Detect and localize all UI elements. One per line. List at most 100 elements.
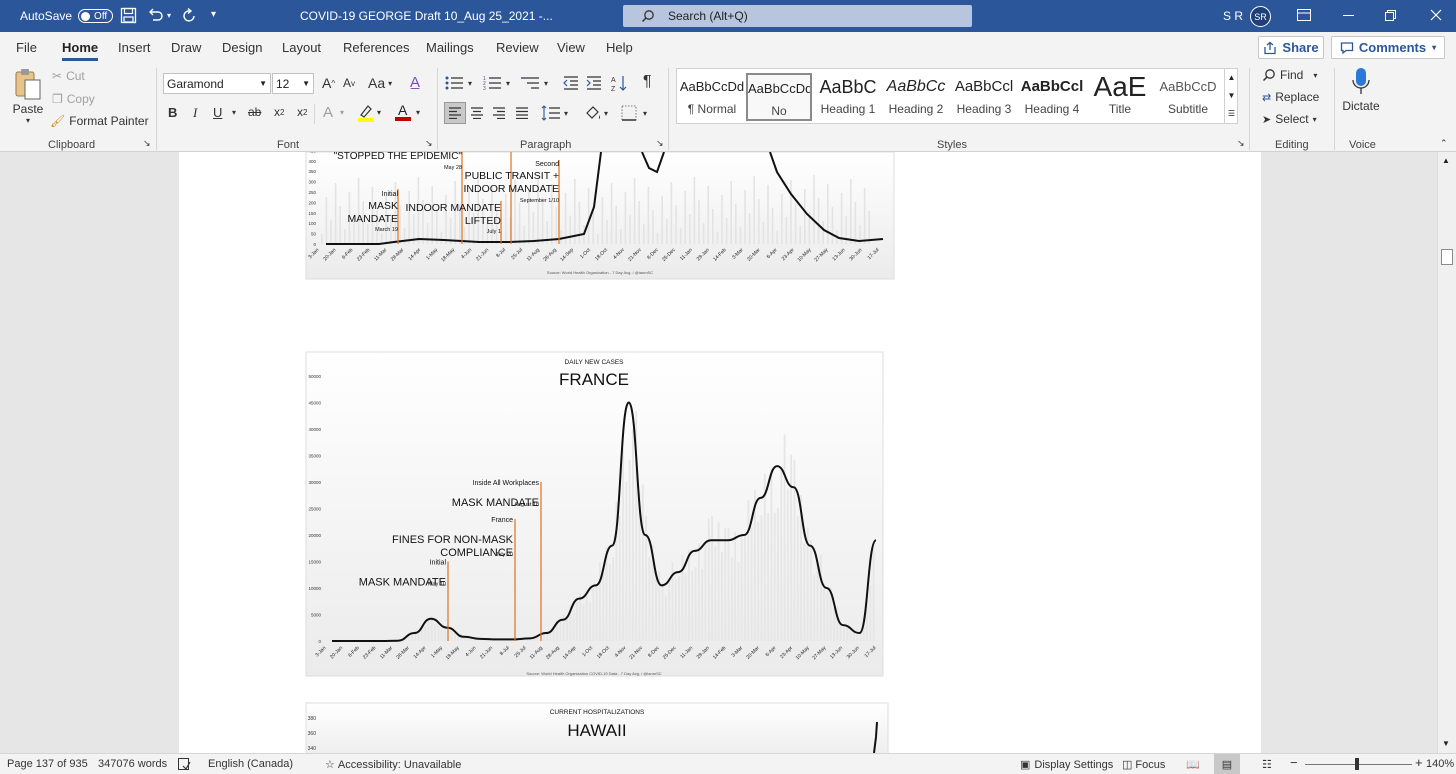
show-formatting-icon[interactable]: ¶ bbox=[643, 73, 652, 91]
font-color-icon[interactable]: A bbox=[394, 102, 412, 122]
style-subtitle[interactable]: AaBbCcD Subtitle bbox=[1155, 73, 1221, 121]
strikethrough-icon[interactable]: ab bbox=[248, 105, 261, 119]
zoom-out-icon[interactable]: − bbox=[1290, 755, 1298, 770]
minimize-icon[interactable] bbox=[1343, 15, 1354, 16]
collapse-ribbon-icon[interactable]: ⌃ bbox=[1440, 138, 1448, 149]
sort-icon[interactable]: AZ bbox=[611, 74, 629, 92]
page-count[interactable]: Page 137 of 935 bbox=[7, 758, 88, 770]
bold-icon[interactable]: B bbox=[168, 105, 177, 120]
clipboard-launcher-icon[interactable]: ↘ bbox=[143, 138, 151, 149]
tab-review[interactable]: Review bbox=[496, 40, 539, 55]
shrink-font-icon[interactable]: Av bbox=[343, 76, 355, 90]
style-heading-4[interactable]: AaBbCcl Heading 4 bbox=[1019, 73, 1085, 121]
borders-icon[interactable] bbox=[621, 105, 637, 121]
clear-formatting-icon[interactable]: A̲ bbox=[410, 74, 420, 91]
close-icon[interactable] bbox=[1430, 9, 1442, 21]
highlight-dropdown-icon[interactable]: ▾ bbox=[377, 108, 381, 117]
tab-home[interactable]: Home bbox=[62, 40, 99, 61]
chevron-up-icon[interactable]: ▲ bbox=[1225, 69, 1238, 87]
focus-button[interactable]: ◫ Focus bbox=[1122, 758, 1165, 772]
borders-dropdown-icon[interactable]: ▾ bbox=[643, 109, 647, 118]
shading-dropdown-icon[interactable]: ▾ bbox=[604, 109, 608, 118]
autosave-toggle[interactable]: Off bbox=[78, 9, 114, 23]
copy-button[interactable]: ❐ Copy bbox=[52, 92, 95, 106]
style-no-spacing[interactable]: AaBbCcDd No Spacing bbox=[746, 73, 812, 121]
justify-icon[interactable] bbox=[515, 107, 529, 119]
underline-dropdown-icon[interactable]: ▾ bbox=[232, 108, 236, 117]
comments-button[interactable]: Comments ▾ bbox=[1331, 36, 1445, 59]
document-page[interactable]: 450400350300250200150100500 "STOPPED THE… bbox=[179, 152, 1261, 753]
chevron-down-icon[interactable]: ▼ bbox=[1225, 87, 1238, 105]
read-mode-icon[interactable]: 📖 bbox=[1186, 758, 1200, 771]
font-name-combo[interactable]: Garamond ▼ bbox=[163, 73, 271, 94]
accessibility-status[interactable]: ☆ Accessibility: Unavailable bbox=[325, 758, 461, 772]
autosave-control[interactable]: AutoSave Off bbox=[20, 9, 114, 23]
font-launcher-icon[interactable]: ↘ bbox=[425, 138, 433, 149]
line-spacing-icon[interactable] bbox=[541, 105, 561, 121]
language[interactable]: English (Canada) bbox=[208, 758, 293, 770]
decrease-indent-icon[interactable] bbox=[562, 75, 580, 91]
undo-icon[interactable] bbox=[147, 7, 164, 24]
tab-draw[interactable]: Draw bbox=[171, 40, 201, 55]
proofing-icon[interactable] bbox=[178, 758, 191, 770]
select-button[interactable]: ➤ Select ▾ bbox=[1262, 112, 1317, 126]
format-painter-button[interactable]: 🖌 Format Painter bbox=[50, 114, 149, 128]
text-effects-icon[interactable]: A bbox=[323, 104, 333, 121]
ribbon-display-icon[interactable] bbox=[1297, 9, 1311, 21]
zoom-level[interactable]: 140% bbox=[1426, 758, 1454, 770]
redo-icon[interactable] bbox=[181, 7, 198, 24]
text-effects-dropdown-icon[interactable]: ▾ bbox=[340, 108, 344, 117]
cut-button[interactable]: ✂ Cut bbox=[52, 69, 85, 83]
share-button[interactable]: Share bbox=[1258, 36, 1324, 59]
tab-help[interactable]: Help bbox=[606, 40, 633, 55]
numbering-dropdown-icon[interactable]: ▾ bbox=[506, 79, 510, 88]
dictate-button[interactable]: Dictate bbox=[1342, 67, 1380, 113]
zoom-in-icon[interactable]: + bbox=[1415, 755, 1423, 770]
undo-dropdown-icon[interactable]: ▾ bbox=[167, 11, 171, 20]
align-right-icon[interactable] bbox=[492, 107, 506, 119]
align-left-icon[interactable] bbox=[444, 102, 466, 124]
scroll-up-icon[interactable]: ▲ bbox=[1442, 156, 1450, 165]
zoom-slider-thumb[interactable] bbox=[1355, 758, 1359, 770]
superscript-icon[interactable]: x2 bbox=[297, 105, 307, 119]
vertical-scrollbar[interactable]: ▲ ▼ bbox=[1437, 152, 1456, 753]
align-center-icon[interactable] bbox=[470, 107, 484, 119]
scroll-thumb[interactable] bbox=[1441, 249, 1453, 265]
word-count[interactable]: 347076 words bbox=[98, 758, 167, 770]
multilevel-list-icon[interactable] bbox=[521, 75, 541, 91]
multilevel-dropdown-icon[interactable]: ▾ bbox=[544, 79, 548, 88]
highlight-icon[interactable] bbox=[357, 103, 375, 123]
line-spacing-dropdown-icon[interactable]: ▾ bbox=[564, 109, 568, 118]
search-box[interactable]: Search (Alt+Q) bbox=[623, 5, 972, 27]
user-name[interactable]: S R bbox=[1223, 9, 1243, 23]
tab-file[interactable]: File bbox=[16, 40, 37, 55]
style-heading-1[interactable]: AaBbC Heading 1 bbox=[815, 73, 881, 121]
numbering-icon[interactable]: 123 bbox=[483, 75, 503, 91]
italic-icon[interactable]: I bbox=[193, 105, 197, 121]
scroll-down-icon[interactable]: ▼ bbox=[1442, 739, 1450, 748]
tab-layout[interactable]: Layout bbox=[282, 40, 321, 55]
subscript-icon[interactable]: x2 bbox=[274, 105, 284, 119]
style-title[interactable]: AaE Title bbox=[1087, 73, 1153, 121]
grow-font-icon[interactable]: A ^ bbox=[322, 75, 335, 91]
change-case-button[interactable]: Aa ▾ bbox=[368, 75, 392, 91]
style-heading-2[interactable]: AaBbCc Heading 2 bbox=[883, 73, 949, 121]
display-settings-button[interactable]: ▣ Display Settings bbox=[1020, 758, 1113, 772]
save-icon[interactable] bbox=[120, 7, 137, 24]
tab-references[interactable]: References bbox=[343, 40, 409, 55]
find-button[interactable]: Find ▾ bbox=[1262, 68, 1317, 82]
replace-button[interactable]: ⇄ Replace bbox=[1262, 90, 1319, 104]
font-size-combo[interactable]: 12 ▼ bbox=[272, 73, 314, 94]
bullets-dropdown-icon[interactable]: ▾ bbox=[468, 79, 472, 88]
paragraph-launcher-icon[interactable]: ↘ bbox=[656, 138, 664, 149]
paste-button[interactable]: Paste ▾ bbox=[12, 68, 44, 125]
more-icon[interactable]: ☰ bbox=[1225, 105, 1238, 123]
tab-design[interactable]: Design bbox=[222, 40, 262, 55]
restore-icon[interactable] bbox=[1385, 10, 1396, 21]
web-layout-icon[interactable]: ☷ bbox=[1262, 758, 1272, 771]
tab-mailings[interactable]: Mailings bbox=[426, 40, 474, 55]
style-heading-3[interactable]: AaBbCcl Heading 3 bbox=[951, 73, 1017, 121]
increase-indent-icon[interactable] bbox=[585, 75, 603, 91]
underline-icon[interactable]: U bbox=[213, 105, 222, 120]
tab-view[interactable]: View bbox=[557, 40, 585, 55]
